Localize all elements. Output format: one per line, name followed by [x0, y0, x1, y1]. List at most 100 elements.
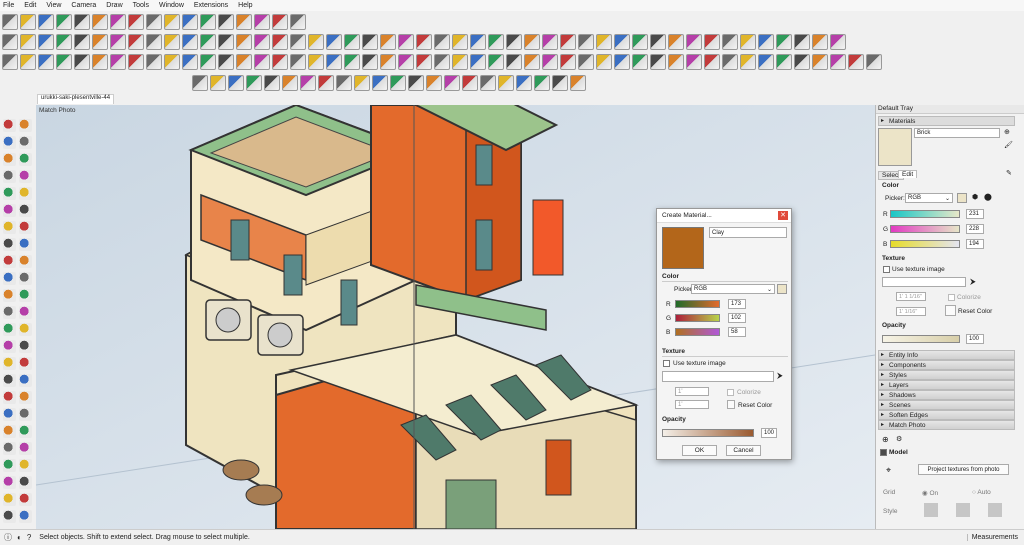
left-tool-icon[interactable] — [19, 255, 32, 268]
toolbar-tool-icon[interactable] — [336, 75, 352, 91]
left-tool-icon[interactable] — [3, 119, 16, 132]
toolbar-tool-icon[interactable] — [830, 54, 846, 70]
toolbar-tool-icon[interactable] — [290, 14, 306, 30]
toolbar-tool-icon[interactable] — [686, 54, 702, 70]
browse-icon[interactable]: ⮞ — [777, 371, 783, 381]
toolbar-tool-icon[interactable] — [290, 34, 306, 50]
toolbar-tool-icon[interactable] — [264, 75, 280, 91]
toolbar-tool-icon[interactable] — [200, 54, 216, 70]
project-textures-button[interactable]: Project textures from photo — [918, 464, 1009, 475]
toolbar-tool-icon[interactable] — [56, 14, 72, 30]
toolbar-tool-icon[interactable] — [182, 34, 198, 50]
toolbar-tool-icon[interactable] — [552, 75, 568, 91]
toolbar-tool-icon[interactable] — [614, 34, 630, 50]
left-tool-icon[interactable] — [3, 136, 16, 149]
toolbar-tool-icon[interactable] — [74, 14, 90, 30]
toolbar-tool-icon[interactable] — [236, 34, 252, 50]
toolbar-tool-icon[interactable] — [354, 75, 370, 91]
toolbar-tool-icon[interactable] — [578, 34, 594, 50]
left-tool-icon[interactable] — [3, 187, 16, 200]
toolbar-tool-icon[interactable] — [146, 14, 162, 30]
tray-texture-height-input[interactable]: 1' 1/16" — [896, 307, 926, 316]
toolbar-tool-icon[interactable] — [560, 34, 576, 50]
left-tool-icon[interactable] — [3, 408, 16, 421]
toolbar-tool-icon[interactable] — [92, 14, 108, 30]
toolbar-tool-icon[interactable] — [38, 34, 54, 50]
styles-panel[interactable]: Styles — [878, 370, 1015, 380]
reset-color-button[interactable] — [727, 400, 735, 409]
texture-height-input[interactable]: 1' — [675, 400, 709, 409]
layers-panel[interactable]: Layers — [878, 380, 1015, 390]
toolbar-tool-icon[interactable] — [218, 54, 234, 70]
toolbar-tool-icon[interactable] — [74, 54, 90, 70]
toolbar-tool-icon[interactable] — [20, 34, 36, 50]
toolbar-tool-icon[interactable] — [542, 54, 558, 70]
toolbar-tool-icon[interactable] — [470, 34, 486, 50]
opacity-slider[interactable] — [662, 429, 754, 437]
menu-tools[interactable]: Tools — [133, 2, 149, 9]
toolbar-tool-icon[interactable] — [542, 34, 558, 50]
toolbar-tool-icon[interactable] — [830, 34, 846, 50]
style-inside-icon[interactable] — [924, 503, 938, 517]
left-tool-icon[interactable] — [19, 119, 32, 132]
toolbar-tool-icon[interactable] — [668, 34, 684, 50]
toolbar-tool-icon[interactable] — [516, 75, 532, 91]
tab-edit[interactable]: Edit — [898, 170, 918, 178]
toolbar-tool-icon[interactable] — [524, 54, 540, 70]
toolbar-tool-icon[interactable] — [200, 34, 216, 50]
left-tool-icon[interactable] — [3, 340, 16, 353]
dialog-titlebar[interactable]: Create Material... ✕ — [657, 209, 791, 223]
left-tool-icon[interactable] — [3, 221, 16, 234]
grid-on-radio[interactable]: ◉ On — [922, 489, 938, 497]
match-color-icon[interactable]: ⬢ — [972, 193, 978, 201]
model-checkbox[interactable] — [880, 449, 887, 456]
toolbar-tool-icon[interactable] — [776, 34, 792, 50]
r-slider[interactable] — [675, 300, 720, 308]
tray-b-value[interactable]: 194 — [966, 239, 984, 249]
tray-r-slider[interactable] — [890, 210, 960, 218]
tray-texture-width-input[interactable]: 1' 1 1/16" — [896, 292, 926, 301]
left-tool-icon[interactable] — [3, 255, 16, 268]
tray-material-name-input[interactable]: Brick — [914, 128, 1000, 138]
menu-window[interactable]: Window — [159, 2, 184, 9]
toolbar-tool-icon[interactable] — [182, 54, 198, 70]
toolbar-tool-icon[interactable] — [254, 14, 270, 30]
toolbar-tool-icon[interactable] — [164, 34, 180, 50]
texture-width-input[interactable]: 1' — [675, 387, 709, 396]
add-photo-icon[interactable]: ⊕ — [882, 435, 889, 444]
colorize-checkbox[interactable] — [727, 389, 734, 396]
toolbar-tool-icon[interactable] — [470, 54, 486, 70]
tray-opacity-value[interactable]: 100 — [966, 334, 984, 344]
toolbar-tool-icon[interactable] — [812, 34, 828, 50]
toolbar-tool-icon[interactable] — [668, 54, 684, 70]
toolbar-tool-icon[interactable] — [794, 54, 810, 70]
toolbar-tool-icon[interactable] — [164, 14, 180, 30]
toolbar-tool-icon[interactable] — [560, 54, 576, 70]
toolbar-tool-icon[interactable] — [192, 75, 208, 91]
components-panel[interactable]: Components — [878, 360, 1015, 370]
toolbar-tool-icon[interactable] — [210, 75, 226, 91]
toolbar-tool-icon[interactable] — [380, 34, 396, 50]
left-tool-icon[interactable] — [3, 238, 16, 251]
tray-colorize-checkbox[interactable] — [948, 294, 955, 301]
toolbar-tool-icon[interactable] — [272, 14, 288, 30]
left-tool-icon[interactable] — [19, 204, 32, 217]
tray-g-slider[interactable] — [890, 225, 960, 233]
tray-texture-path-input[interactable] — [882, 277, 966, 287]
crosshair-icon[interactable]: ⌖ — [886, 465, 891, 476]
left-tool-icon[interactable] — [19, 272, 32, 285]
left-tool-icon[interactable] — [3, 272, 16, 285]
tray-reset-color-button[interactable] — [945, 305, 956, 316]
left-tool-icon[interactable] — [19, 374, 32, 387]
toolbar-tool-icon[interactable] — [416, 54, 432, 70]
left-tool-icon[interactable] — [3, 153, 16, 166]
left-tool-icon[interactable] — [3, 306, 16, 319]
picker-select[interactable]: RGB ⌄ — [691, 284, 775, 294]
toolbar-tool-icon[interactable] — [390, 75, 406, 91]
grid-auto-radio[interactable]: ○ Auto — [972, 489, 991, 496]
toolbar-tool-icon[interactable] — [740, 34, 756, 50]
toolbar-tool-icon[interactable] — [38, 54, 54, 70]
left-tool-icon[interactable] — [3, 204, 16, 217]
toolbar-tool-icon[interactable] — [812, 54, 828, 70]
left-tool-icon[interactable] — [3, 323, 16, 336]
